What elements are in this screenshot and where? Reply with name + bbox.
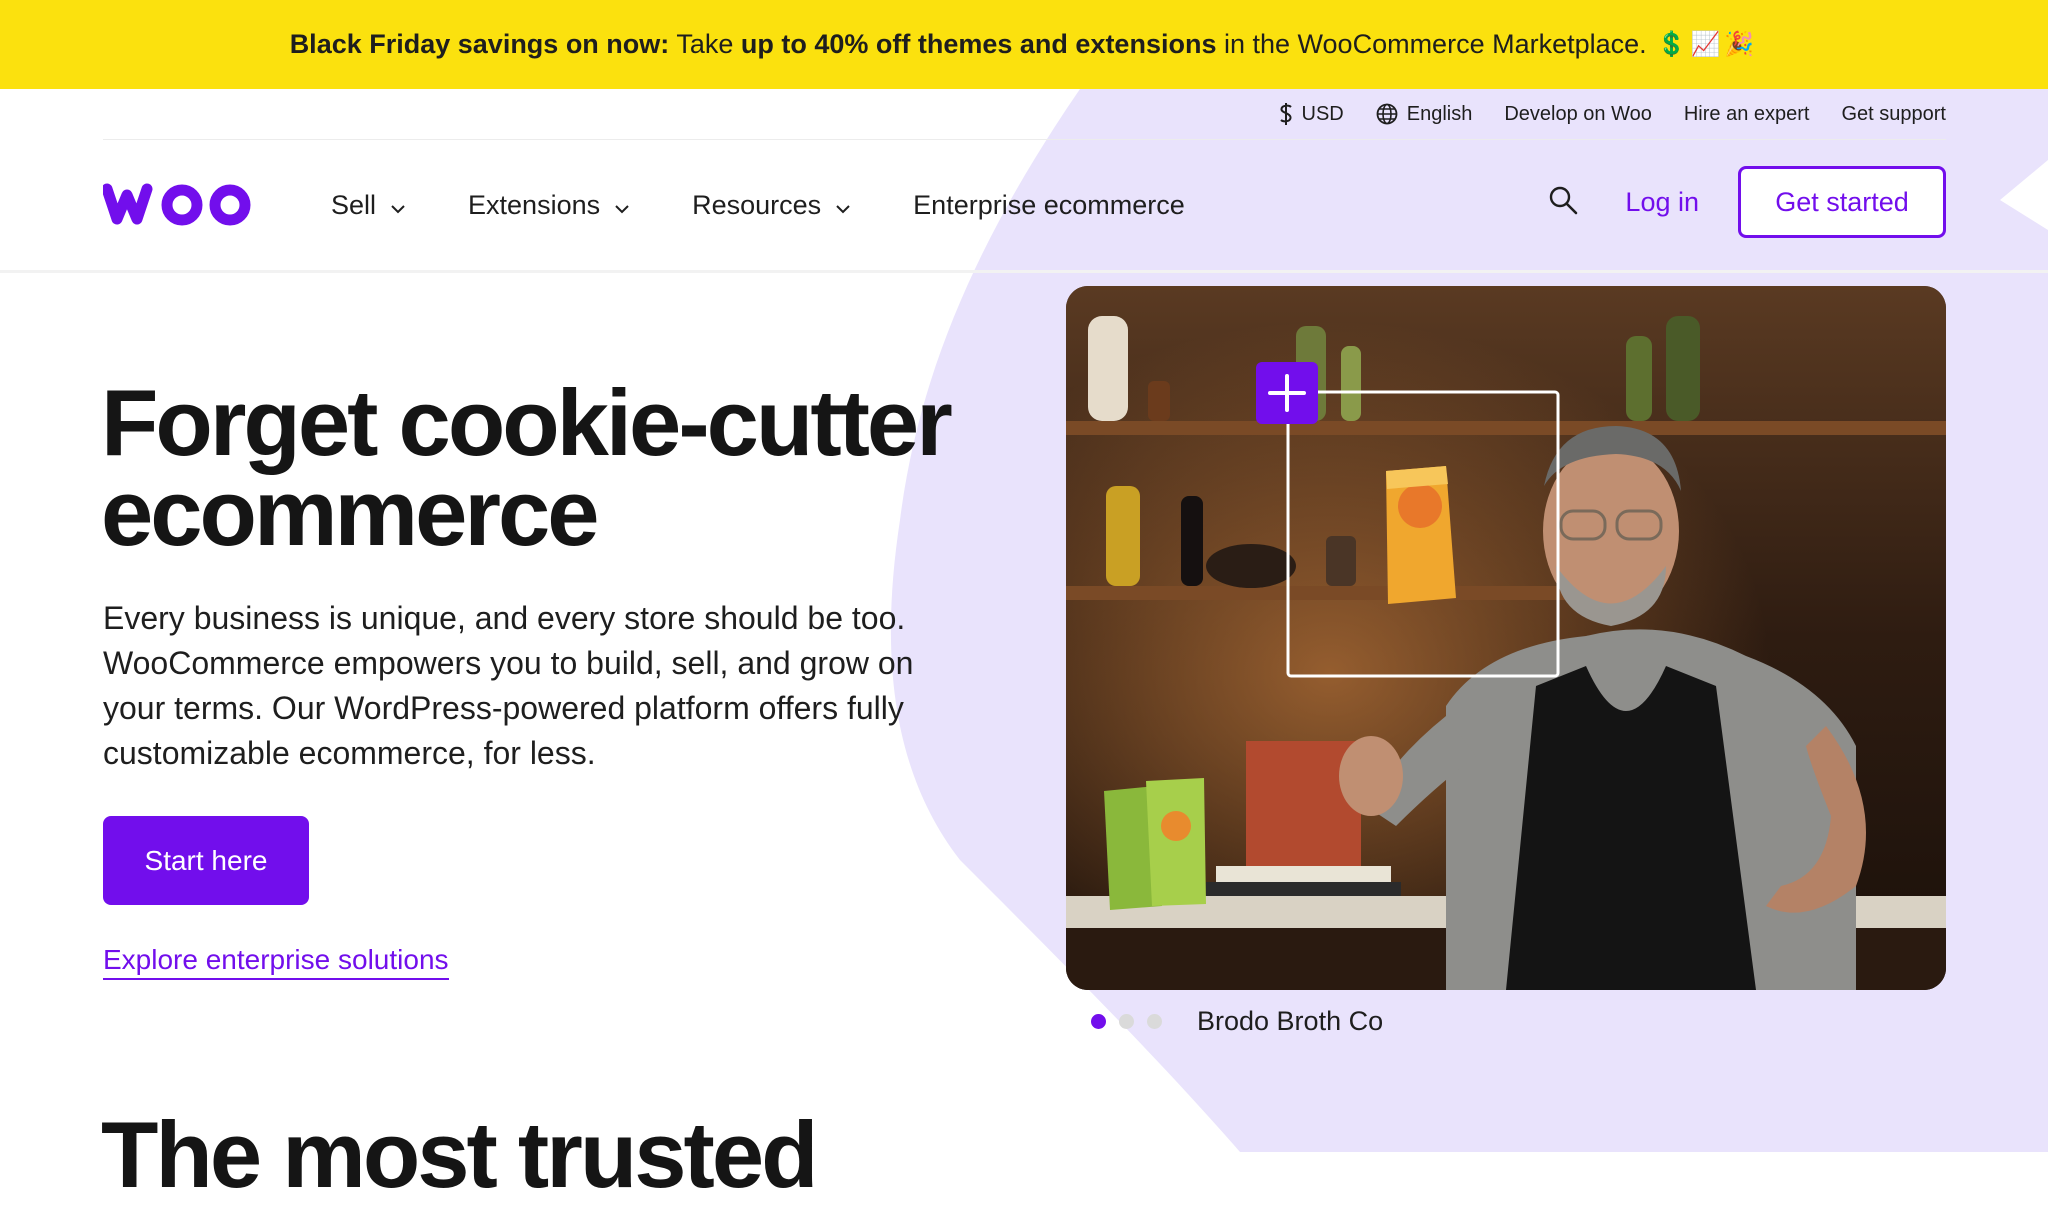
language-selector[interactable]: English (1376, 102, 1473, 126)
search-button[interactable] (1543, 182, 1583, 222)
nav-item-resources[interactable]: Resources (692, 190, 851, 221)
section-heading: The most trusted (101, 1102, 819, 1207)
carousel-dot[interactable] (1147, 1014, 1162, 1029)
language-label: English (1406, 102, 1473, 125)
banner-text-2: in the WooCommerce Marketplace. (1223, 29, 1647, 59)
main-nav: Sell Extensions Resources Enterprise eco… (0, 140, 2048, 273)
hero-title-line2: ecommerce (101, 460, 600, 565)
nav-item-enterprise[interactable]: Enterprise ecommerce (913, 190, 1185, 221)
nav-item-sell[interactable]: Sell (331, 190, 406, 221)
nav-item-label: Enterprise ecommerce (913, 189, 1185, 220)
hero-description: Every business is unique, and every stor… (103, 600, 914, 771)
start-here-button[interactable]: Start here (103, 816, 309, 905)
nav-item-extensions[interactable]: Extensions (468, 190, 630, 221)
nav-item-label: Extensions (468, 189, 601, 220)
chevron-down-icon (835, 190, 851, 221)
hero-title: Forget cookie-cutter ecommerce (101, 376, 1001, 560)
globe-icon (1376, 103, 1398, 125)
hire-an-expert-link[interactable]: Hire an expert (1684, 103, 1810, 126)
hero-image (1066, 286, 1946, 990)
chevron-down-icon (614, 190, 630, 221)
banner-text-1: Take (676, 29, 734, 59)
dollar-icon (1279, 102, 1293, 126)
banner-emoji: 💲📈🎉 (1656, 31, 1759, 58)
carousel-dots (1091, 1014, 1162, 1029)
banner-bold-lead: Black Friday savings on now: (289, 29, 670, 59)
login-link[interactable]: Log in (1625, 187, 1699, 218)
develop-on-woo-link[interactable]: Develop on Woo (1504, 103, 1652, 126)
get-started-button[interactable]: Get started (1738, 166, 1946, 238)
utility-nav: USD English Develop on Woo Hire an exper… (103, 89, 1946, 140)
search-icon (1548, 185, 1578, 220)
get-support-link[interactable]: Get support (1841, 103, 1946, 126)
currency-label: USD (1301, 102, 1344, 125)
nav-actions: Log in Get started (1543, 166, 1946, 238)
chevron-down-icon (390, 190, 406, 221)
nav-item-label: Sell (331, 189, 377, 220)
nav-item-label: Resources (692, 189, 822, 220)
currency-selector[interactable]: USD (1279, 102, 1344, 126)
carousel-dot[interactable] (1091, 1014, 1106, 1029)
carousel-dot[interactable] (1119, 1014, 1134, 1029)
explore-enterprise-link[interactable]: Explore enterprise solutions (103, 944, 449, 980)
banner-bold-offer: up to 40% off themes and extensions (740, 29, 1217, 59)
promo-banner[interactable]: Black Friday savings on now: Take up to … (0, 0, 2048, 89)
carousel-caption: Brodo Broth Co (1197, 1006, 1384, 1036)
woo-logo[interactable] (101, 181, 255, 232)
nav-menu: Sell Extensions Resources Enterprise eco… (331, 140, 1185, 270)
